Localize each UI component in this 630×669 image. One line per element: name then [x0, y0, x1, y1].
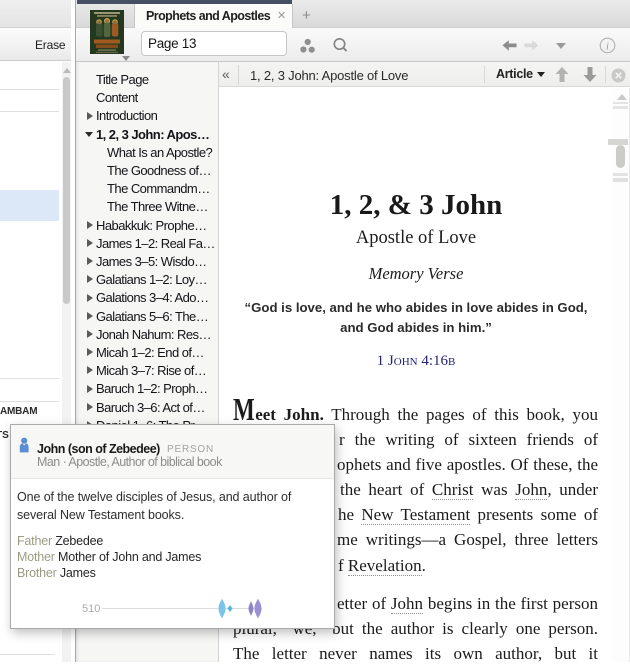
svg-text:i: i	[606, 41, 609, 52]
